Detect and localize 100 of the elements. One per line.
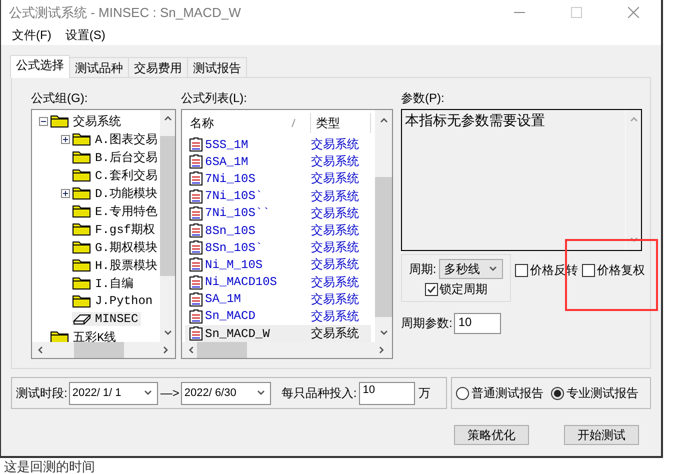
folder-icon: [72, 132, 92, 146]
radio-button[interactable]: [456, 386, 470, 400]
table-cell: 6SA_1M: [205, 154, 248, 169]
folder-icon: [50, 114, 70, 128]
table-cell: 交易系统: [311, 153, 359, 170]
menu-item[interactable]: 设置(S): [60, 26, 110, 44]
tab[interactable]: 公式选择: [10, 55, 70, 78]
vertical-scrollbar[interactable]: [375, 110, 392, 342]
checkbox-label: 价格复权: [597, 262, 645, 278]
folder-icon: [72, 258, 92, 272]
list-row[interactable]: Sn_MACD 交易系统: [185, 308, 371, 326]
expand-icon[interactable]: [60, 134, 70, 144]
list-row[interactable]: SA_1M 交易系统: [185, 290, 371, 308]
vertical-scrollbar[interactable]: [160, 110, 175, 342]
formula-icon: [189, 188, 203, 204]
parameter-box[interactable]: 本指标无参数需要设置: [401, 109, 642, 251]
tree-item[interactable]: D.功能模块: [72, 184, 160, 202]
formula-icon: [189, 206, 203, 221]
formula-icon: [189, 223, 203, 238]
period-dropdown[interactable]: 多秒线: [439, 259, 504, 279]
radio-label: 普通测试报告: [471, 384, 544, 402]
folder-icon: [72, 276, 92, 290]
tree-item[interactable]: MINSEC: [72, 312, 142, 326]
table-cell: Sn_MACD: [205, 309, 256, 324]
action-button[interactable]: 开始测试: [564, 425, 639, 445]
folder-icon: [72, 222, 92, 236]
checkbox[interactable]: [515, 264, 528, 276]
table-cell: 交易系统: [311, 290, 359, 308]
collapse-icon[interactable]: [38, 116, 48, 126]
list-row[interactable]: Ni_M_10S 交易系统: [185, 256, 371, 274]
list-row[interactable]: 5SS_1M 交易系统: [185, 136, 371, 154]
tab[interactable]: 交易费用: [128, 57, 188, 77]
table-cell: 交易系统: [311, 239, 359, 256]
folder-icon: [72, 294, 92, 308]
checkbox[interactable]: [582, 264, 595, 276]
tree-item[interactable]: J.Python: [72, 294, 156, 308]
end-date-field[interactable]: 2022/ 6/30: [181, 382, 272, 404]
table-cell: 交易系统: [311, 136, 359, 154]
table-cell: 交易系统: [311, 308, 359, 325]
tree-item[interactable]: E.专用特色: [72, 202, 160, 220]
table-cell: 交易系统: [311, 204, 359, 222]
folder-icon: [72, 186, 92, 200]
tree-item[interactable]: F.gsf期权: [72, 220, 158, 238]
input-field[interactable]: 10: [358, 382, 415, 404]
formula-icon: [189, 274, 203, 290]
field-label: 公式列表(L):: [181, 90, 248, 104]
radio-button[interactable]: [551, 386, 564, 400]
menu-item[interactable]: 文件(F): [7, 26, 56, 44]
formula-icon: [189, 240, 203, 256]
tree-item[interactable]: A.图表交易: [72, 130, 160, 148]
table-cell: 交易系统: [311, 274, 359, 291]
table-cell: 交易系统: [311, 188, 359, 205]
close-icon[interactable]: [628, 7, 639, 18]
input-field[interactable]: 10: [454, 313, 502, 334]
list-row[interactable]: 7Ni_10S`` 交易系统: [185, 204, 371, 222]
radio-label: 专业测试报告: [566, 384, 638, 402]
field-label: 每只品种投入:: [281, 384, 357, 402]
table-cell: 7Ni_10S`: [205, 189, 263, 204]
checkbox-label: 价格反转: [530, 262, 578, 278]
field-label: 周期参数:: [401, 315, 452, 332]
table-cell: 7Ni_10S``: [205, 206, 270, 220]
unit-label: 万: [418, 384, 431, 402]
table-cell: Ni_MACD10S: [205, 275, 278, 290]
table-cell: 交易系统: [311, 325, 359, 342]
list-row[interactable]: Ni_MACD10S 交易系统: [185, 274, 371, 291]
tree-item[interactable]: H.股票模块: [72, 256, 160, 274]
table-cell: 交易系统: [311, 222, 359, 240]
tree-item[interactable]: 交易系统: [50, 112, 124, 130]
checkbox[interactable]: [424, 282, 438, 296]
table-cell: 交易系统: [311, 256, 359, 274]
folder-icon: [72, 168, 92, 182]
tab[interactable]: 测试报告: [187, 57, 247, 77]
tree-item[interactable]: B.后台交易: [72, 148, 160, 166]
tree-item[interactable]: C.套利交易: [72, 166, 160, 184]
arrow-text: —>: [160, 386, 180, 400]
formula-icon: [189, 137, 203, 152]
tree-item[interactable]: G.期权模块: [72, 238, 160, 256]
tree-item[interactable]: I.自编: [72, 274, 136, 292]
formula-icon: [189, 308, 203, 324]
list-row[interactable]: 6SA_1M 交易系统: [185, 153, 371, 170]
list-row[interactable]: 8Sn_10S` 交易系统: [185, 239, 371, 256]
folder-icon: [50, 330, 70, 344]
start-date-field[interactable]: 2022/ 1/ 1: [69, 382, 158, 404]
horizontal-scrollbar[interactable]: [182, 342, 392, 358]
field-label: 测试时段:: [16, 384, 68, 402]
list-row[interactable]: Sn_MACD_W 交易系统: [185, 325, 371, 342]
checkbox-label: 锁定周期: [440, 280, 488, 298]
sort-icon: [291, 119, 296, 127]
expand-icon[interactable]: [60, 188, 70, 198]
list-row[interactable]: 7Ni_10S` 交易系统: [185, 188, 371, 205]
horizontal-scrollbar[interactable]: [32, 342, 175, 358]
list-row[interactable]: 7Ni_10S 交易系统: [185, 170, 371, 188]
list-row[interactable]: 8Sn_10S 交易系统: [185, 222, 371, 240]
table-cell: Sn_MACD_W: [205, 326, 270, 341]
action-button[interactable]: 策略优化: [454, 425, 529, 445]
folder-icon: [72, 150, 92, 164]
table-cell: 交易系统: [311, 170, 359, 188]
formula-icon: [189, 292, 203, 307]
field-label: 公式组(G):: [31, 90, 89, 104]
formula-icon: [189, 154, 203, 170]
